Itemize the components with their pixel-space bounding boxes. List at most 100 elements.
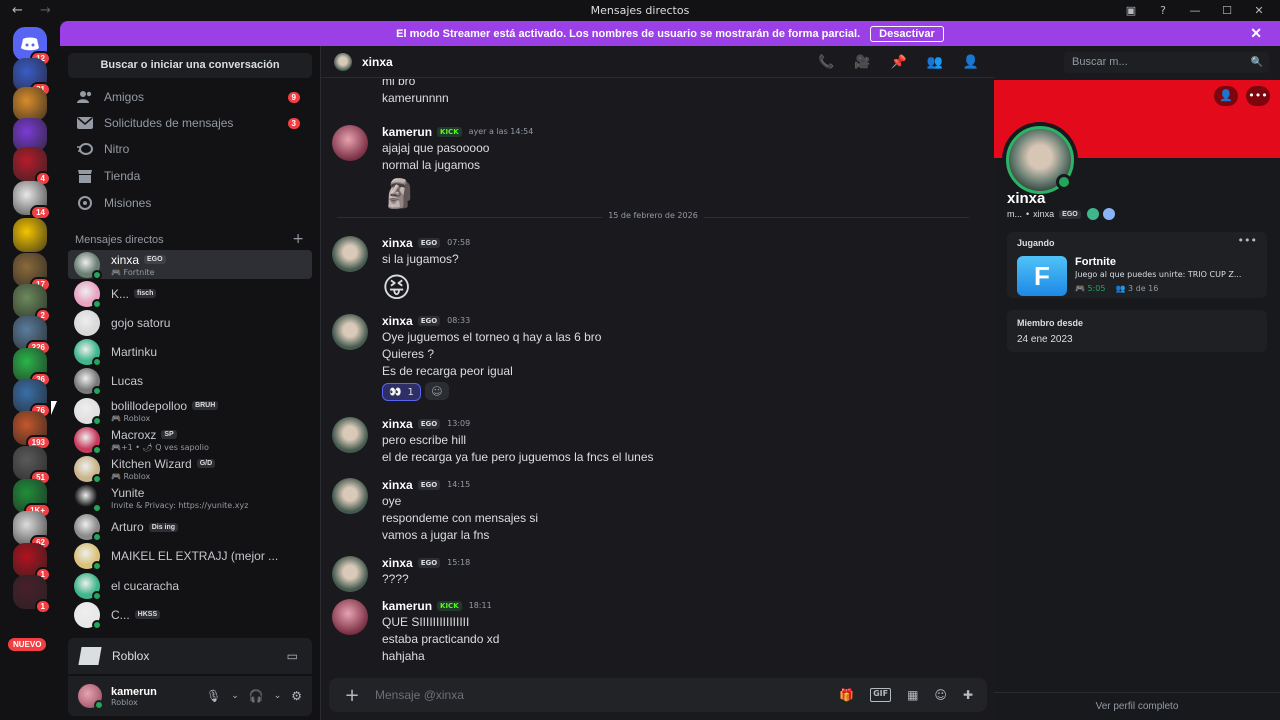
dm-name: Martinku <box>111 345 158 360</box>
dm-item[interactable]: Martinku <box>68 338 312 368</box>
minimize-icon[interactable]: — <box>1188 4 1202 17</box>
user-avatar[interactable] <box>78 684 104 710</box>
more-options-icon[interactable]: ••• <box>1246 86 1270 106</box>
author-avatar[interactable] <box>332 417 368 453</box>
chat-search-input[interactable]: Buscar m... 🔍 <box>1064 52 1269 73</box>
profile-guild-tag-text: EGO <box>1062 210 1078 218</box>
view-full-profile-link[interactable]: Ver perfil completo <box>994 692 1280 712</box>
create-dm-plus-icon[interactable]: + <box>292 231 304 247</box>
message-author[interactable]: xinxa <box>382 417 413 431</box>
mic-options-chevron-icon[interactable]: ⌄ <box>231 691 239 701</box>
maximize-icon[interactable]: ☐ <box>1220 4 1234 17</box>
message-author[interactable]: kamerun <box>382 125 432 139</box>
dm-sidebar: Buscar o iniciar una conversación Amigos… <box>60 46 320 720</box>
message-line: Oye juguemos el torneo q hay a las 6 bro <box>382 330 602 344</box>
forward-arrow-icon[interactable]: → <box>40 3 51 18</box>
message-line: kamerunnnn <box>382 91 449 105</box>
microphone-icon[interactable]: 🎙 <box>206 689 221 703</box>
find-conversation-button[interactable]: Buscar o iniciar una conversación <box>68 53 312 78</box>
author-avatar[interactable] <box>332 125 368 161</box>
dm-item[interactable]: K... fisch <box>68 279 312 309</box>
server-icon[interactable]: 51 <box>13 446 53 485</box>
message-author[interactable]: xinxa <box>382 236 413 250</box>
server-icon[interactable] <box>13 218 53 254</box>
emoji-icon[interactable]: ☺ <box>934 688 947 702</box>
nav-message-requests[interactable]: Solicitudes de mensajes 3 <box>68 110 312 136</box>
screen-share-icon[interactable]: ▭ <box>287 649 298 663</box>
author-avatar[interactable] <box>332 314 368 350</box>
server-icon[interactable]: 1 <box>13 575 53 614</box>
voice-call-icon[interactable]: 📞 <box>818 55 834 70</box>
pinned-messages-icon[interactable]: 📌 <box>890 55 906 70</box>
dm-item[interactable]: C... HKSS <box>68 600 312 630</box>
server-icon[interactable]: 14 <box>13 181 53 220</box>
dm-item[interactable]: MAIKEL EL EXTRAJJ (mejor ... <box>68 542 312 572</box>
author-avatar[interactable] <box>332 236 368 272</box>
dm-item[interactable]: Yunite Invite & Privacy: https://yunite.x… <box>68 484 312 514</box>
discord-logo-icon <box>21 37 39 50</box>
sticker-icon[interactable]: ▦ <box>907 688 918 702</box>
user-profile-toggle-icon[interactable]: 👤 <box>963 55 979 70</box>
activity-panel[interactable]: Roblox ▭ <box>68 638 312 674</box>
message-author[interactable]: xinxa <box>382 556 413 570</box>
dm-avatar <box>74 514 102 543</box>
recipient-avatar[interactable] <box>334 52 352 71</box>
recipient-name[interactable]: xinxa <box>362 55 393 69</box>
message-author[interactable]: xinxa <box>382 478 413 492</box>
inbox-icon[interactable]: ▣ <box>1124 4 1138 17</box>
audio-options-chevron-icon[interactable]: ⌄ <box>274 691 282 701</box>
dm-item[interactable]: Arturo Dis ing <box>68 513 312 543</box>
help-icon[interactable]: ? <box>1156 4 1170 17</box>
dm-item[interactable]: gojo satoru <box>68 308 312 337</box>
server-icon[interactable]: 62 <box>13 511 53 550</box>
dm-item[interactable]: bolillodepolloo BRUH 🎮 Roblox <box>68 396 312 426</box>
add-reaction-icon[interactable]: ☺ <box>424 382 449 400</box>
message-timestamp: 07:58 <box>447 238 471 247</box>
message-input[interactable] <box>375 688 840 702</box>
close-banner-icon[interactable]: ✕ <box>1250 25 1262 42</box>
server-icon[interactable]: 193 <box>13 411 53 450</box>
chat-header: xinxa 📞 🎥 📌 👥 👤 <box>321 46 995 78</box>
profile-avatar[interactable] <box>1002 122 1078 198</box>
server-icon[interactable]: 1 <box>13 543 53 582</box>
author-avatar[interactable] <box>332 599 368 635</box>
dm-item[interactable]: el cucaracha <box>68 571 312 601</box>
server-icon[interactable]: 4 <box>13 147 53 186</box>
message-line: normal la jugamos <box>382 158 481 172</box>
disable-streamer-button[interactable]: Desactivar <box>870 25 944 42</box>
headphones-icon[interactable]: 🎧 <box>249 689 264 703</box>
author-avatar[interactable] <box>332 556 368 592</box>
back-arrow-icon[interactable]: ← <box>0 3 40 18</box>
dm-item[interactable]: Lucas <box>68 367 312 397</box>
video-call-icon[interactable]: 🎥 <box>854 55 870 70</box>
close-window-icon[interactable]: ✕ <box>1252 4 1266 17</box>
card-more-icon[interactable]: ••• <box>1238 234 1257 247</box>
settings-gear-icon[interactable]: ⚙ <box>291 689 302 703</box>
message-group: xinxa EGO 13:09 pero escribe hill el de reca… <box>332 415 972 466</box>
add-friends-dm-icon[interactable]: 👥 <box>927 55 943 70</box>
message-author[interactable]: kamerun <box>382 599 432 613</box>
author-avatar[interactable] <box>332 478 368 514</box>
gift-icon[interactable]: 🎁 <box>839 688 854 702</box>
message-line: ???? <box>382 572 409 586</box>
nav-friends[interactable]: Amigos 9 <box>68 84 312 110</box>
dm-activity: 🎮 Roblox <box>111 413 151 423</box>
dm-item[interactable]: Kitchen Wizard G/D 🎮 Roblox <box>68 454 312 484</box>
gif-icon[interactable]: GIF <box>870 688 892 702</box>
apps-icon[interactable]: ✚ <box>963 688 973 702</box>
attach-plus-icon[interactable]: + <box>329 685 375 706</box>
server-icon[interactable]: 76 <box>13 379 53 418</box>
message-author[interactable]: xinxa <box>382 314 413 328</box>
nav-shop[interactable]: Tienda <box>68 163 312 189</box>
nav-quests[interactable]: Misiones <box>68 190 312 216</box>
dm-item[interactable]: Macroxz SP 🎮+1 • 🌶 Q ves sapolio <box>68 425 312 455</box>
party-size: 👥 3 de 16 <box>1115 284 1159 293</box>
reaction-button[interactable]: 👀 1 <box>382 383 421 401</box>
dm-item[interactable]: xinxa EGO 🎮 Fortnite <box>68 250 312 280</box>
server-icon[interactable]: 226 <box>13 316 53 355</box>
nav-nitro[interactable]: Nitro <box>68 136 312 162</box>
new-badge: NUEVO <box>8 638 47 651</box>
add-friend-icon[interactable]: 👤 <box>1214 86 1238 106</box>
server-icon[interactable]: 1K+ <box>13 479 53 518</box>
server-icon[interactable]: 2 <box>13 284 53 323</box>
